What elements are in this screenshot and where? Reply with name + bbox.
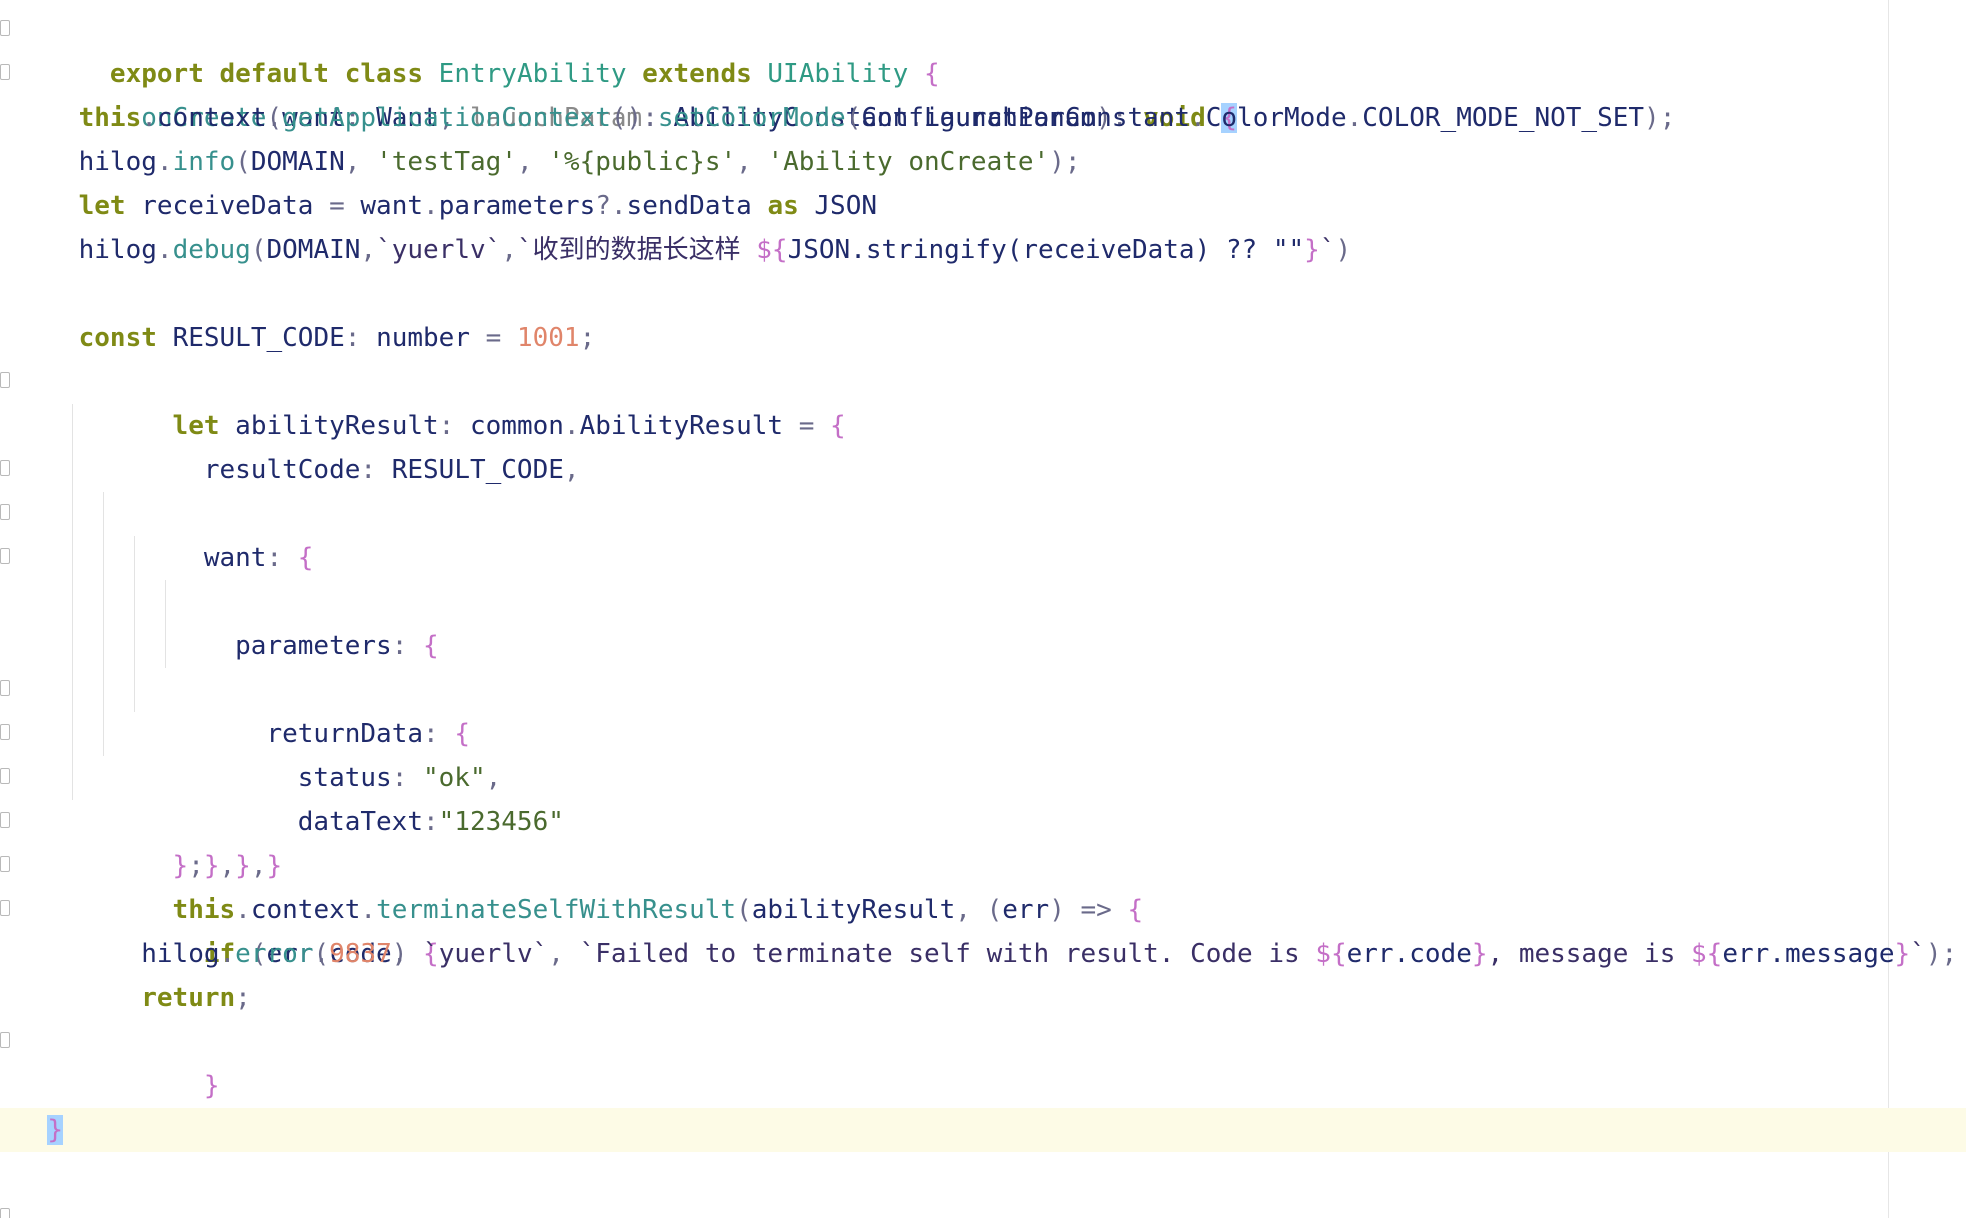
indent-guide (103, 536, 104, 580)
fold-marker-icon[interactable] (0, 1208, 10, 1218)
code-line-16[interactable]: } (0, 668, 1966, 881)
code-text[interactable]: this.context.getApplicationContext().set… (16, 103, 1676, 133)
code-line-14[interactable]: status: "ok", (16, 580, 1966, 793)
code-line-5[interactable]: let receiveData = want.parameters?.sendD… (16, 184, 1966, 228)
indent-guide (72, 536, 73, 580)
code-area[interactable]: export default class EntryAbility extend… (0, 8, 1966, 1218)
indent-guide (72, 668, 73, 712)
code-line-18[interactable]: }, (0, 756, 1966, 881)
fold-marker-icon[interactable] (0, 680, 10, 696)
lightbulb-icon[interactable] (32, 1072, 177, 1144)
indent-guide (72, 448, 73, 492)
code-text[interactable]: hilog.error(9837, `yuerlv`, `Failed to t… (16, 939, 1957, 969)
indent-guide (103, 492, 104, 536)
indent-guide (134, 668, 135, 712)
code-line-21[interactable]: if (err.code) { (0, 888, 1966, 969)
code-line-22[interactable]: hilog.error(9837, `yuerlv`, `Failed to t… (16, 932, 1966, 976)
code-editor[interactable]: export default class EntryAbility extend… (0, 0, 1966, 1218)
fold-marker-icon[interactable] (0, 856, 10, 872)
code-line-27[interactable] (16, 1152, 1966, 1196)
indent-guide (165, 624, 166, 668)
indent-guide (134, 624, 135, 668)
code-line-10[interactable]: resultCode: RESULT_CODE, (16, 404, 1966, 485)
code-line-4[interactable]: hilog.info(DOMAIN, 'testTag', '%{public}… (16, 140, 1966, 184)
fold-marker-icon[interactable] (0, 768, 10, 784)
indent-guide (103, 668, 104, 712)
fold-marker-icon[interactable] (0, 548, 10, 564)
fold-marker-icon[interactable] (0, 64, 10, 80)
indent-guide (72, 580, 73, 624)
code-text[interactable]: const RESULT_CODE: number = 1001; (16, 323, 596, 353)
indent-guide (72, 624, 73, 668)
indent-guide (72, 712, 73, 756)
code-line-20[interactable]: this.context.terminateSelfWithResult(abi… (0, 844, 1966, 925)
code-text[interactable]: hilog.debug(DOMAIN,`yuerlv`,`收到的数据长这样 ${… (16, 235, 1352, 265)
code-line-8[interactable]: const RESULT_CODE: number = 1001; (16, 316, 1966, 360)
code-line-9[interactable]: let abilityResult: common.AbilityResult … (0, 360, 1966, 441)
fold-marker-icon[interactable] (0, 460, 10, 476)
code-text[interactable]: hilog.info(DOMAIN, 'testTag', '%{public}… (16, 147, 1081, 177)
code-line-1[interactable]: export default class EntryAbility extend… (0, 8, 1966, 89)
code-line-26[interactable]: } (0, 1108, 1966, 1152)
indent-guide (134, 536, 135, 580)
code-line-3[interactable]: this.context.getApplicationContext().set… (16, 96, 1966, 140)
indent-guide (103, 624, 104, 668)
fold-marker-icon[interactable] (0, 812, 10, 828)
indent-guide (103, 712, 104, 756)
code-line-13[interactable]: returnData: { (0, 536, 1966, 749)
indent-guide (72, 756, 73, 800)
code-line-7[interactable] (16, 272, 1966, 316)
indent-guide (103, 580, 104, 624)
code-line-6[interactable]: hilog.debug(DOMAIN,`yuerlv`,`收到的数据长这样 ${… (16, 228, 1966, 272)
fold-marker-icon[interactable] (0, 1032, 10, 1048)
code-line-25[interactable]: }); (16, 1064, 1966, 1145)
code-text[interactable]: let receiveData = want.parameters?.sendD… (16, 191, 877, 221)
code-line-19[interactable]: }; (0, 800, 1966, 881)
indent-guide (72, 492, 73, 536)
indent-guide (134, 580, 135, 624)
code-line-15[interactable]: dataText:"123456" (16, 624, 1966, 837)
code-line-11[interactable]: want: { (0, 448, 1966, 573)
code-line-24[interactable]: } (0, 1020, 1966, 1101)
fold-marker-icon[interactable] (0, 20, 10, 36)
code-line-28[interactable]: onDestroy(): void { (0, 1196, 1966, 1218)
code-text[interactable]: } (16, 1115, 63, 1145)
fold-marker-icon[interactable] (0, 504, 10, 520)
indent-guide (165, 580, 166, 624)
fold-marker-icon[interactable] (0, 372, 10, 388)
fold-marker-icon[interactable] (0, 724, 10, 740)
code-line-12[interactable]: parameters: { (0, 492, 1966, 661)
code-line-17[interactable]: }, (0, 712, 1966, 881)
code-text[interactable]: return; (16, 983, 251, 1013)
indent-guide (72, 404, 73, 448)
code-line-2[interactable]: onCreate(want: Want, launchParam: Abilit… (0, 52, 1966, 133)
code-line-23[interactable]: return; (16, 976, 1966, 1020)
fold-marker-icon[interactable] (0, 900, 10, 916)
